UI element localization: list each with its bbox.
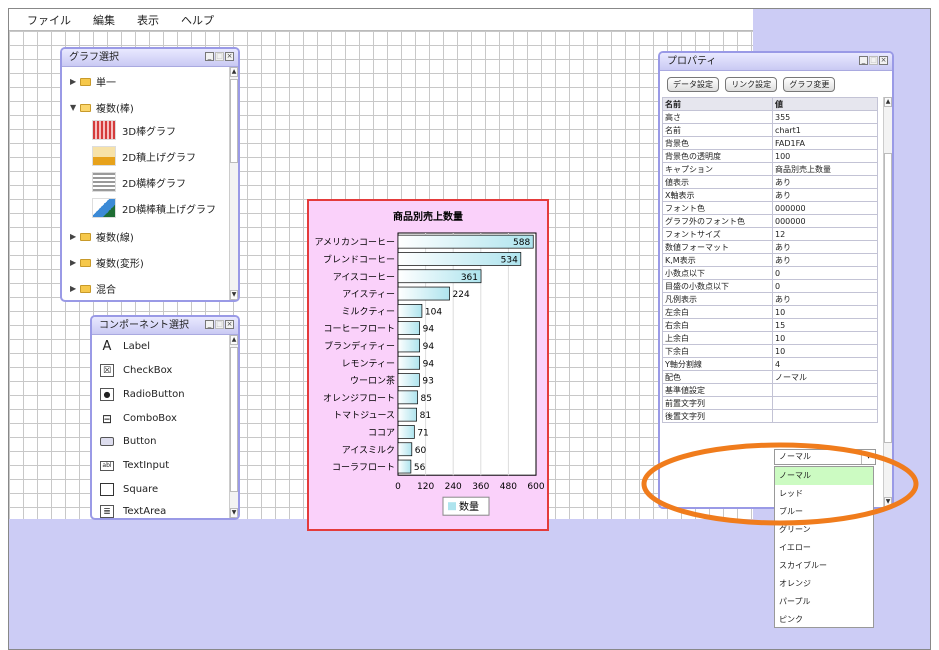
highlight-annotation-oval (641, 442, 919, 526)
